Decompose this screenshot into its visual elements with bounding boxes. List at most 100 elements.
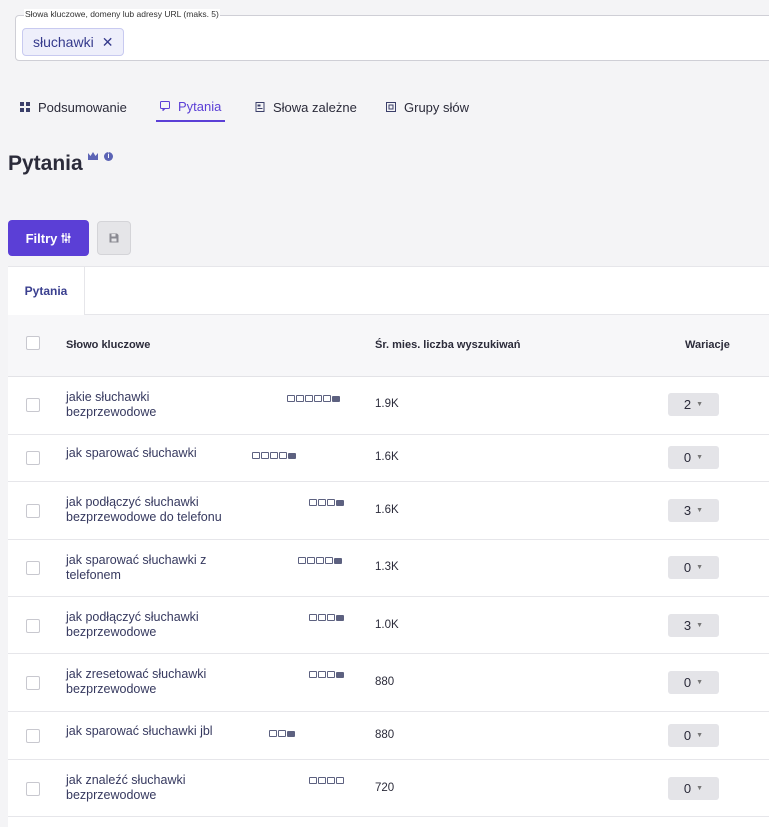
keyword-text-line1: jak podłączyć słuchawki — [66, 495, 199, 509]
keyword-link[interactable]: jak sparować słuchawki jbl — [66, 724, 213, 739]
row-checkbox[interactable] — [26, 782, 40, 796]
serp-features-icons — [309, 777, 344, 784]
row-checkbox[interactable] — [26, 619, 40, 633]
related-icon — [327, 499, 335, 506]
variations-dropdown[interactable]: 3 ▼ — [668, 499, 719, 522]
volume-value: 1.6K — [375, 451, 399, 463]
variations-dropdown[interactable]: 0 ▼ — [668, 446, 719, 469]
keyword-text-line2: bezprzewodowe — [66, 625, 157, 639]
question-icon — [269, 730, 277, 737]
serp-features-icons — [287, 395, 340, 402]
tab-pytania-table[interactable]: Pytania — [8, 267, 85, 315]
keyword-text-line1: jakie słuchawki — [66, 390, 150, 404]
table-header: Słowo kluczowe Śr. mies. liczba wyszukiw… — [8, 315, 769, 377]
row-checkbox[interactable] — [26, 676, 40, 690]
variations-count: 0 — [683, 781, 692, 796]
filters-button-label: Filtry — [25, 230, 58, 246]
tab-podsumowanie[interactable]: Podsumowanie — [16, 92, 131, 122]
variations-dropdown[interactable]: 0 ▼ — [668, 671, 719, 694]
variations-dropdown[interactable]: 0 ▼ — [668, 556, 719, 579]
row-checkbox[interactable] — [26, 504, 40, 518]
keyword-text-line2: bezprzewodowe — [66, 405, 157, 419]
volume-value: 720 — [375, 782, 395, 794]
keyword-link[interactable]: jak sparować słuchawki — [66, 446, 197, 461]
row-checkbox[interactable] — [26, 729, 40, 743]
related-icon — [314, 395, 322, 402]
keyword-link[interactable]: jak podłączyć słuchawki bezprzewodowe do… — [66, 495, 222, 525]
keyword-link[interactable]: jak znaleźć słuchawki bezprzewodowe — [66, 773, 186, 803]
save-button[interactable] — [97, 221, 131, 255]
video-icon — [336, 671, 344, 678]
keyword-text-line1: jak znaleźć słuchawki — [66, 773, 186, 787]
keyword-link[interactable]: jak podłączyć słuchawki bezprzewodowe — [66, 610, 199, 640]
image-icon — [327, 777, 335, 784]
keyword-link[interactable]: jak sparować słuchawki z telefonem — [66, 553, 206, 583]
chevron-down-icon: ▼ — [696, 401, 704, 408]
cluster-icon — [386, 102, 396, 112]
variations-dropdown[interactable]: 0 ▼ — [668, 724, 719, 747]
image-icon — [305, 395, 313, 402]
keyword-text-line2: bezprzewodowe — [66, 788, 157, 802]
variations-dropdown[interactable]: 0 ▼ — [668, 777, 719, 800]
tab-slowa-zalezne[interactable]: Słowa zależne — [251, 92, 361, 122]
keyword-text-line1: jak sparować słuchawki z — [66, 553, 207, 567]
chevron-down-icon: ▼ — [696, 622, 704, 629]
column-header-volume[interactable]: Śr. mies. liczba wyszukiwań — [375, 339, 521, 351]
question-icon — [298, 557, 306, 564]
keyword-link[interactable]: jakie słuchawki bezprzewodowe — [66, 390, 156, 420]
title-icons: i — [88, 152, 113, 161]
tab-label: Słowa zależne — [273, 99, 357, 115]
keyword-input-field[interactable]: Słowa kluczowe, domeny lub adresy URL (m… — [15, 9, 769, 61]
crown-icon — [88, 152, 98, 160]
variations-count: 0 — [683, 728, 692, 743]
table-row: jak podłączyć słuchawki bezprzewodowe 1.… — [8, 597, 769, 654]
question-icon — [252, 452, 260, 459]
info-icon[interactable]: i — [104, 152, 113, 161]
tab-grupy-slow[interactable]: Grupy słów — [382, 92, 482, 122]
volume-value: 1.3K — [375, 561, 399, 573]
variations-count: 0 — [683, 675, 692, 690]
related-icon — [325, 557, 333, 564]
close-icon[interactable]: ✕ — [102, 35, 114, 49]
keyword-link[interactable]: jak zresetować słuchawki bezprzewodowe — [66, 667, 206, 697]
video-icon — [287, 730, 295, 737]
snippet-icon — [261, 452, 269, 459]
variations-dropdown[interactable]: 3 ▼ — [668, 614, 719, 637]
serp-features-icons — [298, 557, 342, 564]
video-icon — [334, 557, 342, 564]
row-checkbox[interactable] — [26, 451, 40, 465]
volume-value: 880 — [375, 676, 395, 688]
chevron-down-icon: ▼ — [696, 454, 704, 461]
row-checkbox[interactable] — [26, 561, 40, 575]
question-icon — [309, 777, 317, 784]
question-icon — [309, 499, 317, 506]
serp-features-icons — [309, 671, 344, 678]
snippet-icon — [318, 499, 326, 506]
table-row: jak sparować słuchawki jbl 880 0 ▼ — [8, 712, 769, 760]
tab-label: Pytania — [178, 98, 222, 114]
chevron-down-icon: ▼ — [696, 507, 704, 514]
keyword-chip-label: słuchawki — [33, 34, 94, 50]
keyword-text-line1: jak sparować słuchawki — [66, 446, 197, 460]
video-icon — [288, 452, 296, 459]
image-icon — [316, 557, 324, 564]
snippet-icon — [278, 730, 286, 737]
variations-dropdown[interactable]: 2 ▼ — [668, 393, 719, 416]
filters-button[interactable]: Filtry — [8, 220, 89, 256]
keyword-text-line2: bezprzewodowe do telefonu — [66, 510, 222, 524]
keyword-text-line2: bezprzewodowe — [66, 682, 157, 696]
column-header-variations[interactable]: Wariacje — [685, 339, 730, 351]
shopping-icon — [323, 395, 331, 402]
snippet-icon — [318, 614, 326, 621]
question-icon — [309, 671, 317, 678]
snippet-icon — [318, 671, 326, 678]
snippet-icon — [307, 557, 315, 564]
related-icon — [336, 777, 344, 784]
table-row: jak sparować słuchawki z telefonem 1.3K … — [8, 540, 769, 597]
sliders-icon — [61, 233, 71, 243]
results-panel: Pytania Słowo kluczowe Śr. mies. liczba … — [8, 266, 769, 827]
tab-pytania[interactable]: Pytania — [156, 92, 226, 122]
select-all-checkbox[interactable] — [26, 336, 40, 350]
column-header-keyword[interactable]: Słowo kluczowe — [66, 339, 150, 351]
row-checkbox[interactable] — [26, 398, 40, 412]
